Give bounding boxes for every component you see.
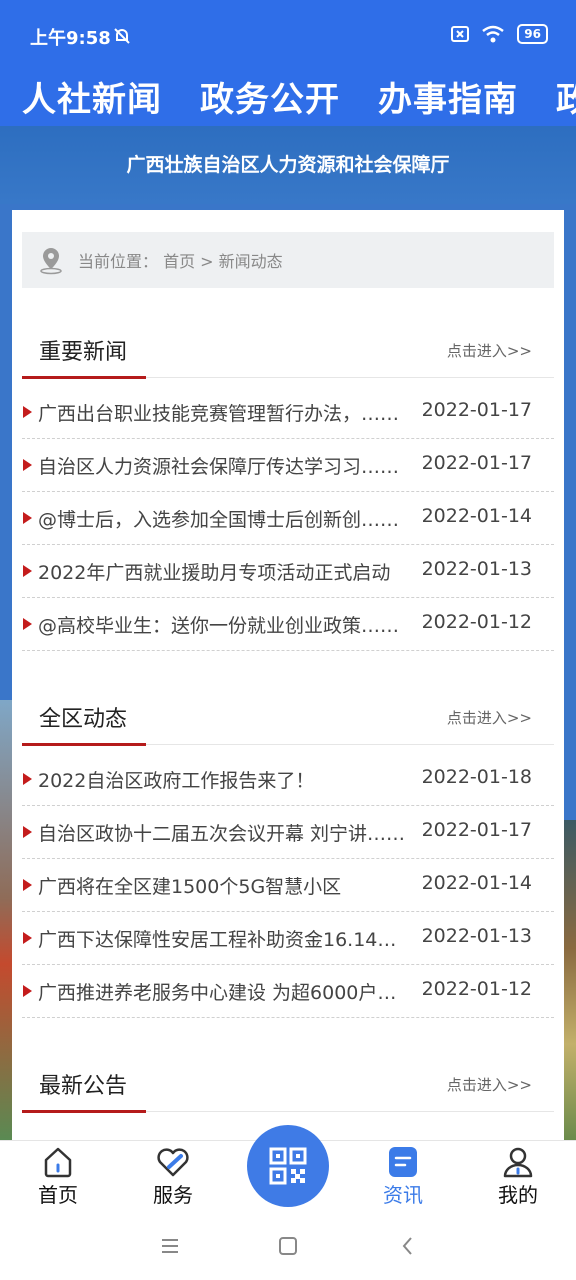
news-item[interactable]: @高校毕业生：送你一份就业创业政策…… 2022-01-12: [22, 598, 554, 651]
news-date: 2022-01-17: [421, 452, 532, 474]
bullet-triangle-icon: [23, 932, 32, 944]
home-icon: [44, 1147, 72, 1178]
wifi-icon: [482, 25, 505, 43]
section-region-news: 全区动态 点击进入>> 2022自治区政府工作报告来了！ 2022-01-18 …: [22, 687, 554, 1018]
qr-code-icon: [269, 1147, 307, 1185]
breadcrumb-text: 当前位置： 首页 > 新闻动态: [78, 252, 283, 271]
news-title: 广西出台职业技能竞赛管理暂行办法，……: [38, 403, 400, 425]
news-title: @博士后，入选参加全国博士后创新创……: [38, 509, 400, 531]
bullet-triangle-icon: [23, 565, 32, 577]
bullet-triangle-icon: [23, 879, 32, 891]
section-title: 重要新闻: [39, 340, 128, 365]
breadcrumb: 当前位置： 首页 > 新闻动态: [22, 232, 554, 288]
bullet-triangle-icon: [23, 985, 32, 997]
news-title: 自治区人力资源社会保障厅传达学习习……: [38, 456, 400, 478]
heart-service-icon: [157, 1148, 189, 1177]
section-title: 最新公告: [39, 1074, 128, 1099]
news-title: 自治区政协十二届五次会议开幕 刘宁讲……: [38, 823, 406, 845]
news-date: 2022-01-17: [421, 399, 532, 421]
menu-icon[interactable]: [158, 1234, 182, 1258]
section-more-link[interactable]: 点击进入>>: [447, 1074, 532, 1095]
section-header: 全区动态 点击进入>>: [22, 687, 554, 746]
bullet-triangle-icon: [23, 773, 32, 785]
section-header: 重要新闻 点击进入>>: [22, 320, 554, 379]
news-list: 广西出台职业技能竞赛管理暂行办法，…… 2022-01-17 自治区人力资源社会…: [22, 386, 554, 651]
bullet-triangle-icon: [23, 406, 32, 418]
news-title: @高校毕业生：送你一份就业创业政策……: [38, 615, 400, 637]
bullet-triangle-icon: [23, 826, 32, 838]
news-item[interactable]: @博士后，入选参加全国博士后创新创…… 2022-01-14: [22, 492, 554, 545]
bottom-nav-service[interactable]: 服务: [123, 1141, 223, 1213]
news-item[interactable]: 2022年广西就业援助月专项活动正式启动 2022-01-13: [22, 545, 554, 598]
news-title: 广西将在全区建1500个5G智慧小区: [38, 876, 342, 898]
status-bar: 上午9:58 96: [0, 0, 576, 64]
bottom-nav-label: 资讯: [383, 1183, 423, 1207]
section-underline: [22, 376, 146, 379]
bottom-nav-home[interactable]: 首页: [8, 1141, 108, 1213]
location-pin-icon: [40, 248, 62, 275]
news-title: 2022年广西就业援助月专项活动正式启动: [38, 562, 391, 584]
news-title: 广西推进养老服务中心建设 为超6000户……: [38, 982, 412, 1004]
news-icon: [389, 1147, 417, 1177]
user-icon: [503, 1147, 533, 1178]
bottom-nav-label: 服务: [153, 1183, 193, 1207]
bullet-triangle-icon: [23, 459, 32, 471]
news-date: 2022-01-18: [421, 766, 532, 788]
news-item[interactable]: 2022自治区政府工作报告来了！ 2022-01-18: [22, 753, 554, 806]
tab-service-guide[interactable]: 办事指南: [378, 72, 518, 121]
status-time: 上午9:58: [30, 28, 111, 49]
tab-renshe-news[interactable]: 人社新闻: [22, 72, 162, 121]
section-more-link[interactable]: 点击进入>>: [447, 340, 532, 361]
bottom-nav-mine[interactable]: 我的: [468, 1141, 568, 1213]
section-latest-notices: 最新公告 点击进入>>: [22, 1054, 554, 1113]
news-date: 2022-01-12: [421, 978, 532, 1000]
section-title: 全区动态: [39, 707, 128, 732]
news-list: 2022自治区政府工作报告来了！ 2022-01-18 自治区政协十二届五次会议…: [22, 753, 554, 1018]
sim-off-icon: [451, 26, 470, 42]
bottom-nav-label: 我的: [498, 1183, 538, 1207]
background-scenery-right: [564, 820, 576, 1140]
bullet-triangle-icon: [23, 618, 32, 630]
section-more-link[interactable]: 点击进入>>: [447, 707, 532, 728]
bottom-nav-news[interactable]: 资讯: [353, 1141, 453, 1213]
news-item[interactable]: 广西下达保障性安居工程补助资金16.14…… 2022-01-13: [22, 912, 554, 965]
section-underline: [22, 743, 146, 746]
news-item[interactable]: 自治区政协十二届五次会议开幕 刘宁讲…… 2022-01-17: [22, 806, 554, 859]
news-date: 2022-01-12: [421, 611, 532, 633]
mute-bell-icon: [114, 28, 130, 44]
tab-government-affairs[interactable]: 政务公开: [200, 72, 340, 121]
news-item[interactable]: 广西推进养老服务中心建设 为超6000户…… 2022-01-12: [22, 965, 554, 1018]
scan-qr-button[interactable]: [247, 1125, 329, 1207]
news-date: 2022-01-14: [421, 872, 532, 894]
section-header: 最新公告 点击进入>>: [22, 1054, 554, 1113]
status-icons: 96: [451, 24, 548, 44]
top-nav: 人社新闻 政务公开 办事指南 政: [0, 64, 576, 126]
news-title: 广西下达保障性安居工程补助资金16.14……: [38, 929, 412, 951]
news-item[interactable]: 自治区人力资源社会保障厅传达学习习…… 2022-01-17: [22, 439, 554, 492]
news-date: 2022-01-17: [421, 819, 532, 841]
bottom-nav-label: 首页: [38, 1183, 78, 1207]
news-title: 2022自治区政府工作报告来了！: [38, 770, 315, 792]
section-important-news: 重要新闻 点击进入>> 广西出台职业技能竞赛管理暂行办法，…… 2022-01-…: [22, 320, 554, 651]
tab-more-partial[interactable]: 政: [556, 72, 576, 121]
news-item[interactable]: 广西出台职业技能竞赛管理暂行办法，…… 2022-01-17: [22, 386, 554, 439]
news-date: 2022-01-14: [421, 505, 532, 527]
back-icon[interactable]: [396, 1234, 420, 1258]
bullet-triangle-icon: [23, 512, 32, 524]
department-banner: 广西壮族自治区人力资源和社会保障厅: [0, 126, 576, 204]
system-nav-bar: [0, 1212, 576, 1280]
section-underline: [22, 1110, 146, 1113]
news-item[interactable]: 广西将在全区建1500个5G智慧小区 2022-01-14: [22, 859, 554, 912]
home-square-icon[interactable]: [276, 1234, 300, 1258]
content-card: 当前位置： 首页 > 新闻动态 重要新闻 点击进入>> 广西出台职业技能竞赛管理…: [12, 210, 564, 1140]
news-date: 2022-01-13: [421, 558, 532, 580]
battery-indicator: 96: [517, 24, 548, 44]
news-date: 2022-01-13: [421, 925, 532, 947]
banner-title: 广西壮族自治区人力资源和社会保障厅: [126, 154, 450, 176]
